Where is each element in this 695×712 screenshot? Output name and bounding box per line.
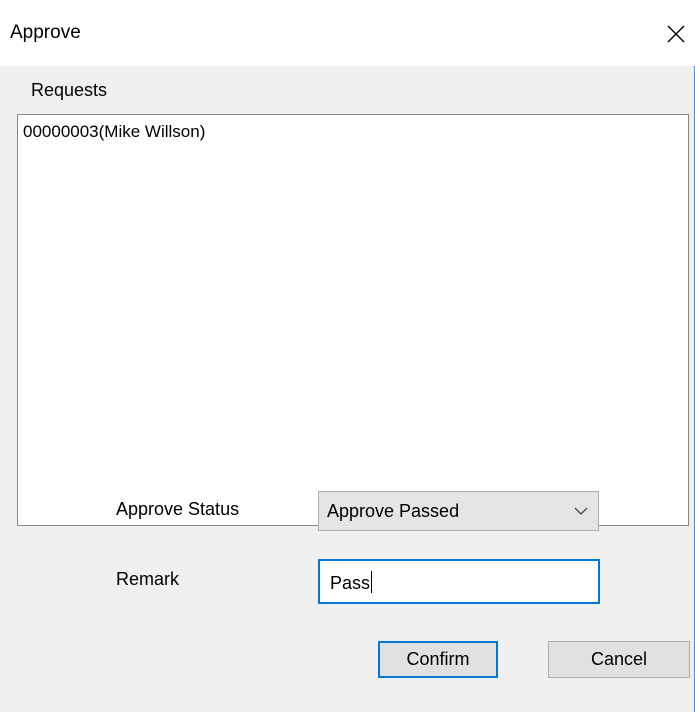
remark-input[interactable]: Pass [318, 559, 600, 604]
approve-status-value: Approve Passed [327, 501, 460, 521]
remark-label: Remark [116, 569, 180, 589]
approve-status-label: Approve Status [116, 499, 240, 519]
cancel-button[interactable]: Cancel [548, 641, 690, 678]
close-button[interactable] [655, 12, 695, 56]
text-caret [371, 571, 373, 593]
confirm-button[interactable]: Confirm [378, 641, 498, 678]
close-icon [667, 25, 685, 43]
approve-dialog: Approve Requests 00000003(Mike Willson) … [0, 0, 695, 712]
title-bar[interactable]: Approve [0, 0, 695, 66]
requests-listbox[interactable]: 00000003(Mike Willson) [17, 114, 689, 526]
chevron-down-icon [574, 507, 588, 515]
approve-status-select[interactable]: Approve Passed [318, 491, 599, 531]
window-title: Approve [10, 22, 81, 43]
dialog-body: Requests 00000003(Mike Willson) Approve … [0, 66, 694, 712]
requests-label: Requests [31, 80, 108, 100]
list-item[interactable]: 00000003(Mike Willson) [23, 122, 205, 142]
remark-value: Pass [330, 573, 371, 593]
